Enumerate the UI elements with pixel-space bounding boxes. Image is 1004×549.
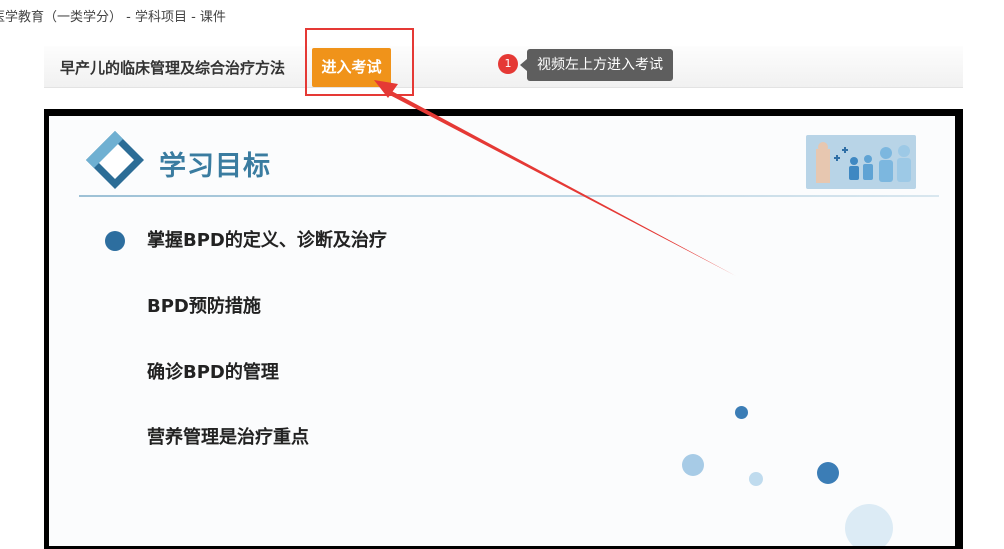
slide-heading: 学习目标 (159, 151, 271, 182)
tooltip-step-badge: 1 (498, 54, 518, 74)
medical-image-icon (806, 135, 916, 189)
breadcrumb: 医学教育（一类学分） - 学科项目 - 课件 (0, 10, 226, 25)
objective-item: 掌握BPD的定义、诊断及治疗 (147, 230, 387, 251)
enter-exam-button[interactable]: 进入考试 (312, 48, 391, 87)
guide-tooltip: 视频左上方进入考试 (527, 49, 673, 81)
decorative-circle (845, 504, 893, 546)
decorative-circle (749, 472, 763, 486)
bullet-dot-icon (105, 231, 125, 251)
slide-divider (79, 195, 939, 197)
decorative-circle (682, 454, 704, 476)
objective-item: 营养管理是治疗重点 (147, 427, 309, 448)
diamond-logo-icon (86, 131, 144, 189)
video-player[interactable]: 学习目标 掌握BPD的定义、诊断及治疗 BPD预防措施 确诊BPD的管理 营养管… (44, 109, 963, 549)
tooltip-pointer-icon (520, 59, 527, 71)
objective-item: BPD预防措施 (147, 296, 261, 317)
objective-item: 确诊BPD的管理 (147, 362, 279, 383)
decorative-circle (735, 406, 748, 419)
course-slide: 学习目标 掌握BPD的定义、诊断及治疗 BPD预防措施 确诊BPD的管理 营养管… (49, 116, 955, 546)
course-title: 早产儿的临床管理及综合治疗方法 (60, 59, 286, 77)
decorative-circle (817, 462, 839, 484)
